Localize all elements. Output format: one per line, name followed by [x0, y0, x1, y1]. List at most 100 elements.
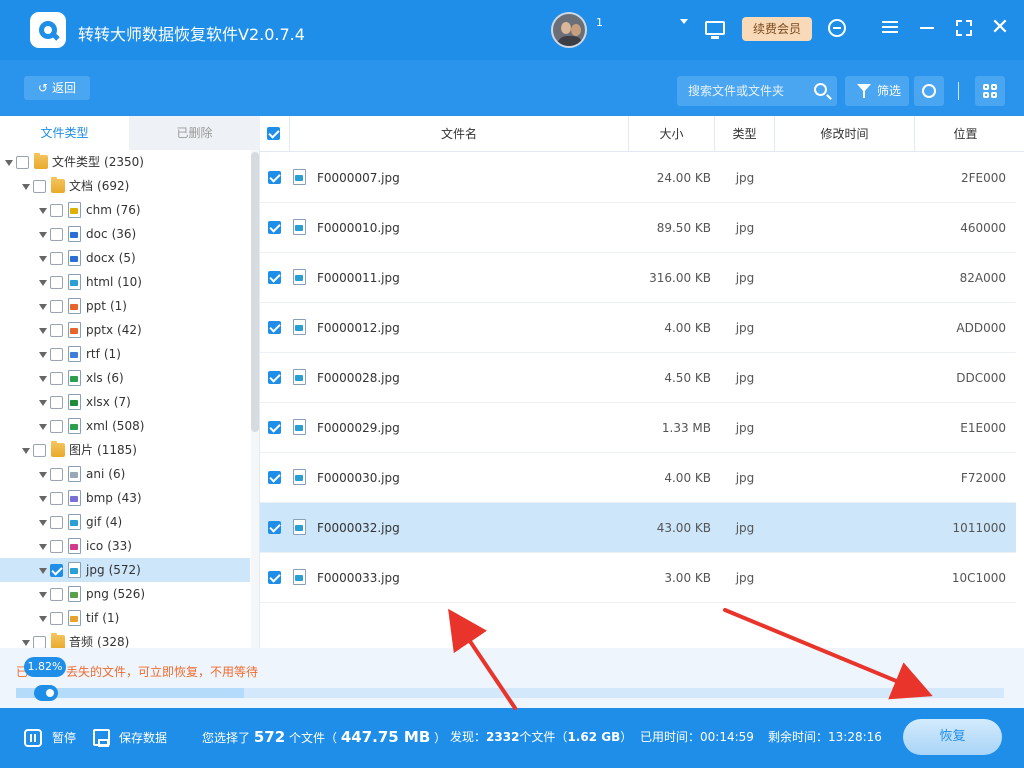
row-checkbox[interactable] [268, 221, 281, 234]
tree-item-ani-13[interactable]: ani (6) [0, 462, 250, 486]
tree-item-folder-20[interactable]: 音频 (328) [0, 630, 250, 648]
expand-arrow-icon[interactable] [39, 280, 47, 286]
menu-icon[interactable] [880, 18, 900, 38]
row-checkbox[interactable] [268, 521, 281, 534]
table-row[interactable]: F0000033.jpg 3.00 KB jpg 10C1000 [260, 553, 1016, 603]
row-checkbox[interactable] [268, 471, 281, 484]
tree-item-folder-1[interactable]: 文档 (692) [0, 174, 250, 198]
tree-item-doc-3[interactable]: doc (36) [0, 222, 250, 246]
expand-arrow-icon[interactable] [5, 160, 13, 166]
row-checkbox[interactable] [268, 371, 281, 384]
pause-button[interactable]: 暂停 [24, 727, 76, 749]
expand-arrow-icon[interactable] [39, 592, 47, 598]
search-icon[interactable] [814, 83, 827, 96]
tree-item-xlsx-10[interactable]: xlsx (7) [0, 390, 250, 414]
tree-item-jpg-17[interactable]: jpg (572) [0, 558, 250, 582]
row-checkbox[interactable] [268, 421, 281, 434]
tree-checkbox[interactable] [50, 468, 63, 481]
tree-item-chm-2[interactable]: chm (76) [0, 198, 250, 222]
expand-arrow-icon[interactable] [39, 328, 47, 334]
search-box[interactable] [677, 76, 837, 106]
column-header-location[interactable]: 位置 [915, 116, 1016, 152]
table-scrollbar[interactable] [1016, 152, 1024, 648]
column-header-name[interactable]: 文件名 [290, 116, 629, 152]
table-row[interactable]: F0000032.jpg 43.00 KB jpg 1011000 [260, 503, 1016, 553]
tree-checkbox[interactable] [50, 372, 63, 385]
expand-arrow-icon[interactable] [39, 496, 47, 502]
table-row[interactable]: F0000030.jpg 4.00 KB jpg F72000 [260, 453, 1016, 503]
tree-checkbox[interactable] [50, 276, 63, 289]
expand-arrow-icon[interactable] [39, 544, 47, 550]
expand-arrow-icon[interactable] [39, 568, 47, 574]
tree-checkbox[interactable] [50, 540, 63, 553]
tree-checkbox[interactable] [50, 492, 63, 505]
tree-item-tif-19[interactable]: tif (1) [0, 606, 250, 630]
row-checkbox[interactable] [268, 321, 281, 334]
expand-arrow-icon[interactable] [39, 232, 47, 238]
table-row[interactable]: F0000029.jpg 1.33 MB jpg E1E000 [260, 403, 1016, 453]
tree-item-folder-12[interactable]: 图片 (1185) [0, 438, 250, 462]
recover-button[interactable]: 恢复 [903, 719, 1002, 755]
tree-item-png-18[interactable]: png (526) [0, 582, 250, 606]
tree-item-bmp-14[interactable]: bmp (43) [0, 486, 250, 510]
row-checkbox[interactable] [268, 571, 281, 584]
table-row[interactable]: F0000012.jpg 4.00 KB jpg ADD000 [260, 303, 1016, 353]
select-all-checkbox[interactable] [267, 127, 280, 140]
preview-button[interactable] [914, 76, 944, 106]
tree-checkbox[interactable] [50, 396, 63, 409]
tree-scroll-thumb[interactable] [251, 152, 259, 432]
column-header-type[interactable]: 类型 [715, 116, 775, 152]
tree-checkbox[interactable] [33, 636, 46, 648]
support-icon[interactable] [828, 19, 846, 37]
tree-checkbox[interactable] [50, 588, 63, 601]
tree-item-ppt-6[interactable]: ppt (1) [0, 294, 250, 318]
tree-item-docx-4[interactable]: docx (5) [0, 246, 250, 270]
column-header-mtime[interactable]: 修改时间 [775, 116, 915, 152]
expand-arrow-icon[interactable] [22, 448, 30, 454]
tree-item-html-5[interactable]: html (10) [0, 270, 250, 294]
expand-arrow-icon[interactable] [39, 424, 47, 430]
avatar[interactable] [551, 12, 587, 48]
tree-checkbox[interactable] [50, 420, 63, 433]
expand-arrow-icon[interactable] [39, 208, 47, 214]
tree-checkbox[interactable] [33, 180, 46, 193]
tree-checkbox[interactable] [50, 204, 63, 217]
tree-item-gif-15[interactable]: gif (4) [0, 510, 250, 534]
table-row[interactable]: F0000011.jpg 316.00 KB jpg 82A000 [260, 253, 1016, 303]
monitor-icon[interactable] [705, 21, 725, 39]
tree-item-xml-11[interactable]: xml (508) [0, 414, 250, 438]
search-input[interactable] [677, 76, 809, 106]
grid-view-button[interactable] [975, 76, 1005, 106]
tree-item-ico-16[interactable]: ico (33) [0, 534, 250, 558]
renew-vip-button[interactable]: 续费会员 [742, 17, 812, 41]
tree-item-folder-0[interactable]: 文件类型 (2350) [0, 150, 250, 174]
expand-arrow-icon[interactable] [39, 400, 47, 406]
row-checkbox[interactable] [268, 171, 281, 184]
tree-checkbox[interactable] [50, 612, 63, 625]
tree-checkbox[interactable] [50, 564, 63, 577]
tree-checkbox[interactable] [50, 324, 63, 337]
expand-arrow-icon[interactable] [39, 304, 47, 310]
expand-arrow-icon[interactable] [39, 472, 47, 478]
tree-checkbox[interactable] [50, 252, 63, 265]
expand-arrow-icon[interactable] [22, 184, 30, 190]
close-icon[interactable]: ✕ [990, 17, 1010, 39]
chevron-down-icon[interactable] [680, 19, 688, 24]
tab-file-type[interactable]: 文件类型 [0, 116, 129, 150]
tree-checkbox[interactable] [16, 156, 29, 169]
expand-arrow-icon[interactable] [39, 352, 47, 358]
tree-checkbox[interactable] [50, 300, 63, 313]
expand-arrow-icon[interactable] [39, 616, 47, 622]
minimize-icon[interactable] [917, 18, 937, 38]
expand-arrow-icon[interactable] [22, 640, 30, 646]
maximize-icon[interactable] [954, 18, 974, 38]
tree-item-pptx-7[interactable]: pptx (42) [0, 318, 250, 342]
table-row[interactable]: F0000007.jpg 24.00 KB jpg 2FE000 [260, 153, 1016, 203]
table-row[interactable]: F0000010.jpg 89.50 KB jpg 460000 [260, 203, 1016, 253]
tree-item-rtf-8[interactable]: rtf (1) [0, 342, 250, 366]
tree-checkbox[interactable] [50, 348, 63, 361]
tree-checkbox[interactable] [50, 228, 63, 241]
tree-checkbox[interactable] [33, 444, 46, 457]
back-button[interactable]: ↺ 返回 [24, 76, 90, 100]
save-data-button[interactable]: 保存数据 [93, 727, 167, 749]
